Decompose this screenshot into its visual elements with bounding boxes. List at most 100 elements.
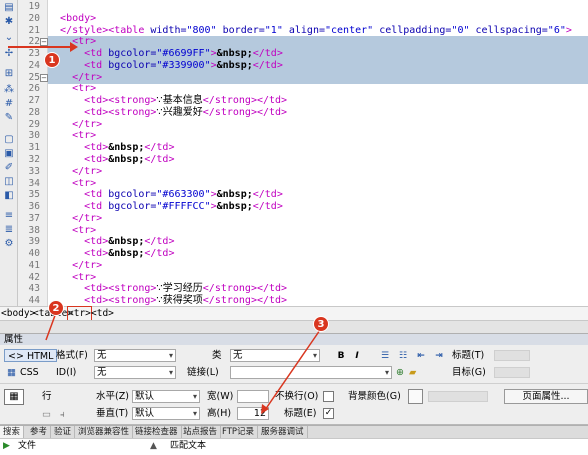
code-token: <strong> bbox=[108, 295, 157, 306]
title-input[interactable] bbox=[494, 350, 530, 361]
tag-crumb-tr[interactable]: <tr> bbox=[67, 306, 92, 321]
code-token: <tr> bbox=[72, 225, 97, 236]
class-select[interactable]: 无 ▾ bbox=[230, 349, 320, 362]
wrap-tag-icon[interactable]: ✐ bbox=[2, 162, 16, 174]
file-column-header[interactable]: 文件 bbox=[18, 440, 36, 453]
code-line[interactable]: </tr> bbox=[48, 166, 588, 178]
header-checkbox[interactable]: ✓ bbox=[323, 408, 334, 419]
code-token: <tr> bbox=[72, 130, 97, 141]
valign-select[interactable]: 默认 ▾ bbox=[132, 407, 200, 420]
bold-button[interactable]: B bbox=[335, 350, 347, 362]
code-token: <table bbox=[108, 25, 151, 36]
select-parent-tag-icon[interactable]: ⊞ bbox=[2, 68, 16, 80]
code-token: </tr> bbox=[72, 213, 103, 224]
indent-icon[interactable]: ⇥ bbox=[433, 350, 445, 362]
expand-all-icon[interactable]: ✢ bbox=[2, 48, 16, 60]
target-select[interactable] bbox=[494, 367, 530, 378]
nowrap-checkbox[interactable] bbox=[323, 391, 334, 402]
code-line[interactable] bbox=[48, 1, 588, 13]
width-input[interactable] bbox=[237, 390, 269, 403]
outdent-icon[interactable]: ⇤ bbox=[415, 350, 427, 362]
recent-snippets-icon[interactable]: ◫ bbox=[2, 176, 16, 188]
halign-select[interactable]: 默认 ▾ bbox=[132, 390, 200, 403]
html-mode-button[interactable]: <> HTML bbox=[4, 349, 58, 362]
highlight-invalid-icon[interactable]: ✎ bbox=[2, 112, 16, 124]
row-label: 行 bbox=[42, 391, 52, 402]
apply-comment-icon[interactable]: ▢ bbox=[2, 134, 16, 146]
css-mode-label[interactable]: CSS bbox=[20, 366, 39, 379]
unordered-list-icon[interactable]: ☰ bbox=[379, 350, 391, 362]
code-token: </tr> bbox=[72, 72, 103, 83]
split-cells-icon[interactable]: ⫞ bbox=[60, 408, 65, 421]
ordered-list-icon[interactable]: ☷ bbox=[397, 350, 409, 362]
halign-value: 默认 bbox=[135, 391, 155, 402]
page-properties-button[interactable]: 页面属性... bbox=[504, 389, 588, 404]
css-mode-icon[interactable]: ▦ bbox=[4, 366, 19, 379]
code-line[interactable]: </tr> bbox=[48, 213, 588, 225]
code-line[interactable]: <td><strong>∵学习经历</strong></td> bbox=[48, 283, 588, 295]
fold-toggle-icon[interactable]: − bbox=[40, 38, 48, 46]
code-token: <body> bbox=[60, 13, 97, 24]
code-token: <td> bbox=[84, 107, 109, 118]
code-line[interactable]: <td bgcolor="#339900">&nbsp;</td> bbox=[48, 60, 588, 72]
code-editor[interactable]: <body> </style><table width="800" border… bbox=[48, 0, 588, 306]
code-line[interactable]: <td><strong>∵基本信息</strong></td> bbox=[48, 95, 588, 107]
point-to-file-icon[interactable]: ⊕ bbox=[396, 366, 404, 379]
code-line[interactable]: <td>&nbsp;</td> bbox=[48, 248, 588, 260]
merge-cells-icon[interactable]: ▭ bbox=[42, 408, 51, 421]
open-documents-icon[interactable]: ▤ bbox=[2, 2, 16, 14]
outdent-code-icon[interactable]: ≣ bbox=[2, 224, 16, 236]
format-source-icon[interactable]: ⚙ bbox=[2, 238, 16, 250]
line-numbers-icon[interactable]: # bbox=[2, 98, 16, 110]
show-code-navigator-icon[interactable]: ✱ bbox=[2, 16, 16, 28]
format-value: 无 bbox=[97, 350, 107, 361]
code-line[interactable]: <td>&nbsp;</td> bbox=[48, 154, 588, 166]
tag-crumb-body[interactable]: <body> bbox=[1, 307, 35, 320]
properties-panel: <> HTML ▦ CSS 格式(F) 无 ▾ ID(I) 无 ▾ 类 无 ▾ 链接(… bbox=[0, 345, 588, 425]
code-token: </td> bbox=[144, 236, 175, 247]
nowrap-label: 不换行(O) bbox=[275, 391, 319, 402]
code-line[interactable]: </tr> bbox=[48, 260, 588, 272]
collapse-tag-icon[interactable]: ⌄ bbox=[2, 32, 16, 44]
play-icon[interactable]: ▶ bbox=[3, 440, 10, 453]
code-line[interactable]: <tr> bbox=[48, 130, 588, 142]
id-select[interactable]: 无 ▾ bbox=[94, 366, 176, 379]
line-number: 39 bbox=[28, 236, 40, 247]
move-css-icon[interactable]: ◧ bbox=[2, 190, 16, 202]
height-input[interactable]: 12 bbox=[237, 407, 269, 420]
bgcolor-swatch[interactable] bbox=[408, 389, 423, 404]
indent-code-icon[interactable]: ≡ bbox=[2, 210, 16, 222]
link-input[interactable]: ▾ bbox=[230, 366, 392, 379]
code-line[interactable]: <td>&nbsp;</td> bbox=[48, 236, 588, 248]
code-token: "#6699FF" bbox=[156, 48, 211, 59]
balance-braces-icon[interactable]: ⁂ bbox=[2, 84, 16, 96]
code-token: "#663300" bbox=[156, 189, 211, 200]
format-select[interactable]: 无 ▾ bbox=[94, 349, 176, 362]
code-token: bgcolor= bbox=[108, 60, 157, 71]
match-column-header[interactable]: 匹配文本 bbox=[170, 440, 206, 453]
fold-toggle-icon[interactable]: − bbox=[40, 74, 48, 82]
code-line[interactable]: <td bgcolor="#6699FF">&nbsp;</td> bbox=[48, 48, 588, 60]
id-value: 无 bbox=[97, 367, 107, 378]
code-line[interactable]: <td bgcolor="#663300">&nbsp;</td> bbox=[48, 189, 588, 201]
bgcolor-input[interactable] bbox=[428, 391, 488, 402]
italic-button[interactable]: I bbox=[351, 350, 363, 362]
remove-comment-icon[interactable]: ▣ bbox=[2, 148, 16, 160]
tag-crumb-td[interactable]: <td> bbox=[91, 307, 114, 320]
code-token: <tr> bbox=[72, 178, 97, 189]
code-line[interactable]: <td><strong>∵获得奖项</strong></td> bbox=[48, 295, 588, 306]
code-line[interactable]: <td bgcolor="#FFFFCC">&nbsp;</td> bbox=[48, 201, 588, 213]
code-line[interactable]: <body> bbox=[48, 13, 588, 25]
line-number: 19 bbox=[28, 1, 40, 12]
code-token: </td> bbox=[252, 189, 283, 200]
code-line[interactable]: <tr> bbox=[48, 36, 588, 48]
code-line[interactable]: <td>&nbsp;</td> bbox=[48, 142, 588, 154]
code-line[interactable]: <td><strong>∵兴趣爱好</strong></td> bbox=[48, 107, 588, 119]
browse-folder-icon[interactable]: ▰ bbox=[409, 366, 416, 379]
code-line[interactable]: <tr> bbox=[48, 83, 588, 95]
